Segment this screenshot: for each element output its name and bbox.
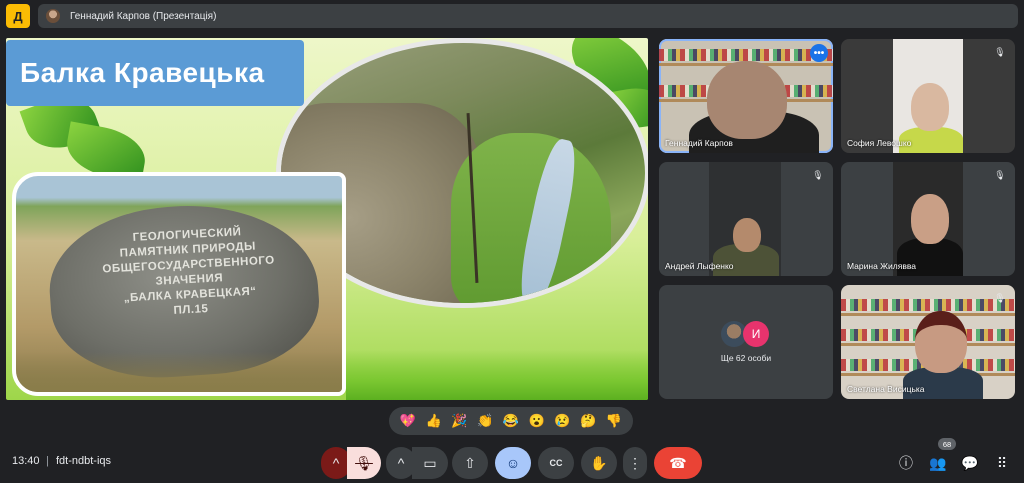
rock-inscription: Геологический памятник природы общегосуд… [102,226,275,317]
reaction-thumbs-up[interactable]: 👍 [423,413,445,429]
reaction-surprised[interactable]: 😮 [526,413,548,429]
reaction-thumbs-down[interactable]: 👎 [603,413,625,429]
more-options-button[interactable]: ⋮ [623,447,647,479]
present-button[interactable]: ⇧ [452,447,488,479]
app-logo-icon[interactable]: Д [6,4,30,28]
participant-count-badge: 68 [938,438,956,450]
separator: | [46,455,49,467]
reactions-bar: 💖 👍 🎉 👏 😂 😮 😢 🤔 👎 [389,407,633,435]
reaction-heart[interactable]: 💖 [397,413,419,429]
reaction-sad[interactable]: 😢 [551,413,573,429]
overflow-count: Ще 62 особи [720,353,772,363]
participant-name: Светлана Висицька [847,384,925,394]
activities-button[interactable]: ⠿ [990,451,1014,475]
emoji-button[interactable]: ☺ [495,447,531,479]
raise-hand-button[interactable]: ✋ [581,447,617,479]
participant-name: Андрей Лыфенко [665,261,734,271]
more-options-icon[interactable]: ••• [810,44,828,62]
reaction-party[interactable]: 🎉 [448,413,470,429]
participant-tile[interactable]: 🎙 Светлана Висицька [841,285,1015,399]
meeting-info-button[interactable]: ⓘ [894,451,918,475]
leave-call-button[interactable]: ☎ [654,447,702,479]
chevron-up-icon: ^ [332,455,340,471]
participant-name: Геннадий Карпов [665,138,733,148]
hangup-icon: ☎ [669,454,687,471]
info-icon: ⓘ [899,455,913,471]
presentation-title-bar[interactable]: Геннадий Карпов (Презентація) [38,4,1018,28]
captions-icon: CC [549,458,563,468]
presenter-avatar [46,9,60,23]
participant-tile[interactable]: 🎙 София Левошко [841,39,1015,153]
meeting-code: fdt-ndbt-iqs [56,455,112,467]
meet-window: Д Геннадий Карпов (Презентація) Геологич… [0,0,1024,483]
reaction-thinking[interactable]: 🤔 [577,413,599,429]
chat-icon: 💬 [961,454,979,471]
chevron-up-icon: ^ [397,455,405,471]
people-button[interactable]: 👥 [926,451,950,475]
more-vert-icon: ⋮ [628,454,642,471]
apps-grid-icon: ⠿ [996,454,1008,471]
participant-name: София Левошко [847,138,912,148]
bottom-bar: 13:40 | fdt-ndbt-iqs ^ 🎙 ^ ▭ ⇧ ☺ CC ✋ ⋮ [0,438,1024,479]
mic-off-icon: 🎙 [994,169,1006,180]
chat-button[interactable]: 💬 [958,451,982,475]
emoji-icon: ☺ [505,455,521,471]
avatar: И [743,321,769,347]
rock-photo: Геологический памятник природы общегосуд… [12,172,346,396]
mic-toggle-button[interactable]: 🎙 [347,447,381,479]
participant-tile[interactable]: ••• Геннадий Карпов [659,39,833,153]
grass-bottom [346,350,648,400]
present-screen-icon: ⇧ [464,454,476,471]
participant-name: Марина Жилявва [847,261,916,271]
mic-off-icon: 🎙 [812,169,824,180]
presentation-slide: Геологический памятник природы общегосуд… [6,38,648,400]
participant-tile[interactable]: 🎙 Марина Жилявва [841,162,1015,276]
people-icon: 👥 [929,454,947,471]
clock: 13:40 [12,455,40,467]
grass-foreground [16,352,342,392]
camera-icon: ▭ [423,454,437,471]
camera-toggle-button[interactable]: ▭ [412,447,448,479]
hand-icon: ✋ [590,454,608,471]
top-bar: Д Геннадий Карпов (Презентація) [6,4,1018,28]
presenter-title: Геннадий Карпов (Презентація) [70,10,217,22]
mic-off-icon: 🎙 [994,46,1006,57]
overflow-participants-tile[interactable]: И Ще 62 особи [659,285,833,399]
reaction-laugh[interactable]: 😂 [500,413,522,429]
mic-off-icon: 🎙 [994,292,1006,303]
reaction-clap[interactable]: 👏 [474,413,496,429]
overflow-avatars: И [721,321,769,347]
participant-tile[interactable]: 🎙 Андрей Лыфенко [659,162,833,276]
mic-off-icon: 🎙 [355,454,373,471]
slide-title: Балка Кравецька [6,40,304,106]
captions-button[interactable]: CC [538,447,574,479]
